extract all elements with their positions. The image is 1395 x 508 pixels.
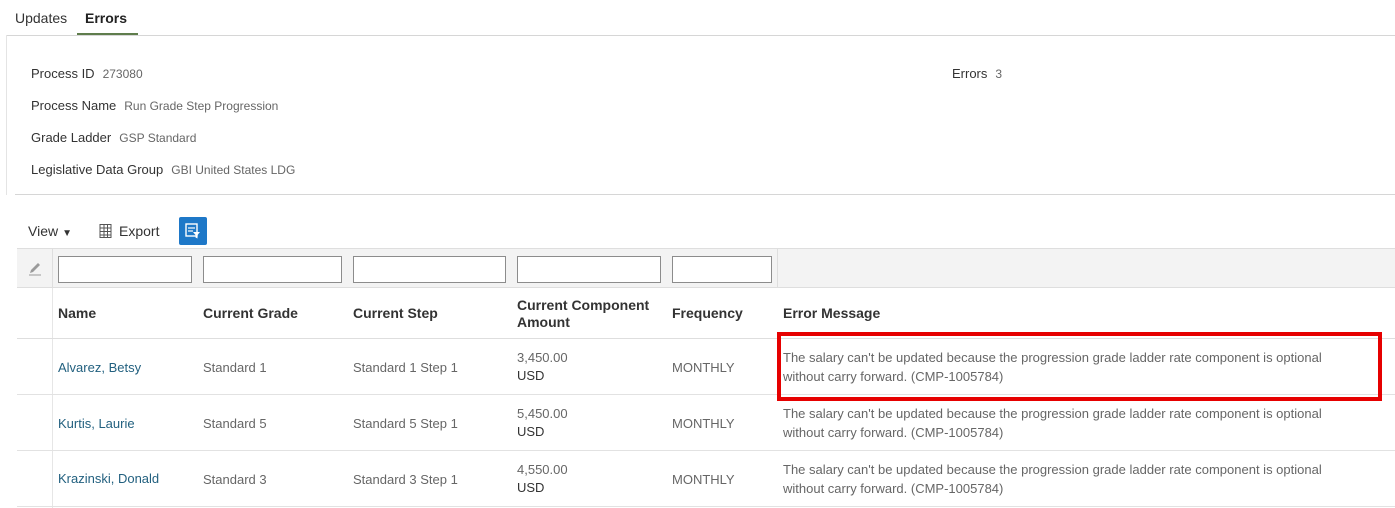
process-name-value: Run Grade Step Progression: [124, 99, 279, 113]
section-divider: [15, 194, 1395, 195]
current-grade-cell: Standard 1: [203, 360, 267, 375]
table-row[interactable]: Kurtis, Laurie Standard 5 Standard 5 Ste…: [17, 395, 1395, 451]
name-filter-input[interactable]: [58, 256, 192, 283]
error-message-line: The salary can't be updated because the …: [783, 406, 1322, 421]
legislative-data-group-label: Legislative Data Group: [31, 162, 164, 177]
caret-down-icon: ▼: [62, 228, 72, 239]
frequency-cell: MONTHLY: [672, 472, 735, 487]
process-id-label: Process ID: [31, 66, 95, 81]
current-grade-cell: Standard 5: [203, 416, 267, 431]
view-menu-label: View: [28, 223, 59, 239]
column-header-line: Amount: [517, 314, 570, 330]
current-step-cell: Standard 3 Step 1: [353, 472, 458, 487]
process-name-label: Process Name: [31, 98, 117, 113]
employee-name-link[interactable]: Alvarez, Betsy: [58, 360, 141, 375]
current-step-cell: Standard 1 Step 1: [353, 360, 458, 375]
column-header-error-message[interactable]: Error Message: [783, 305, 880, 321]
query-by-example-button[interactable]: [179, 217, 207, 245]
tab-bar: Updates Errors: [0, 0, 1395, 36]
error-message-line: without carry forward. (CMP-1005784): [783, 425, 1004, 440]
column-header-line: Current Component: [517, 297, 650, 313]
process-id-field: Process ID 273080: [31, 66, 143, 81]
error-message-cell: The salary can't be updated because the …: [783, 460, 1373, 498]
error-message-line: The salary can't be updated because the …: [783, 350, 1322, 365]
process-id-value: 273080: [102, 67, 143, 81]
column-header-current-grade[interactable]: Current Grade: [203, 305, 298, 321]
legislative-data-group-value: GBI United States LDG: [171, 163, 296, 177]
amount-value: 4,550.00: [517, 462, 568, 477]
filter-cell-divider: [777, 249, 778, 288]
amount-currency: USD: [517, 368, 545, 383]
errors-count-field: Errors 3: [952, 66, 1002, 81]
current-component-amount-filter-input[interactable]: [517, 256, 661, 283]
export-button[interactable]: Export: [98, 223, 159, 239]
column-header-name[interactable]: Name: [58, 305, 96, 321]
process-name-field: Process Name Run Grade Step Progression: [31, 98, 278, 113]
current-step-filter-input[interactable]: [353, 256, 506, 283]
grade-ladder-value: GSP Standard: [119, 131, 197, 145]
employee-name-link[interactable]: Kurtis, Laurie: [58, 416, 135, 431]
frequency-cell: MONTHLY: [672, 416, 735, 431]
filter-cell-divider: [52, 249, 53, 288]
errors-count-label: Errors: [952, 66, 988, 81]
export-label: Export: [119, 223, 160, 239]
legislative-data-group-field: Legislative Data Group GBI United States …: [31, 162, 295, 177]
frequency-filter-input[interactable]: [672, 256, 772, 283]
amount-currency: USD: [517, 424, 545, 439]
table-row[interactable]: Krazinski, Donald Standard 3 Standard 3 …: [17, 451, 1395, 507]
error-message-line: without carry forward. (CMP-1005784): [783, 369, 1004, 384]
amount-value: 3,450.00: [517, 350, 568, 365]
errors-count-value: 3: [995, 67, 1003, 81]
pencil-icon: [29, 263, 41, 276]
error-message-line: without carry forward. (CMP-1005784): [783, 481, 1004, 496]
amount-value: 5,450.00: [517, 406, 568, 421]
error-message-line: The salary can't be updated because the …: [783, 462, 1322, 477]
errors-table: Name Current Grade Current Step Current …: [17, 248, 1395, 508]
column-header-current-component-amount[interactable]: Current Component Amount: [517, 297, 649, 331]
column-header-current-step[interactable]: Current Step: [353, 305, 438, 321]
component-amount-cell: 5,450.00 USD: [517, 405, 568, 441]
query-by-example-icon: [185, 223, 200, 239]
grade-ladder-label: Grade Ladder: [31, 130, 112, 145]
tab-errors-label: Errors: [85, 10, 128, 26]
table-header-row: Name Current Grade Current Step Current …: [17, 288, 1395, 339]
column-header-frequency[interactable]: Frequency: [672, 305, 743, 321]
frequency-cell: MONTHLY: [672, 360, 735, 375]
tab-errors[interactable]: Errors: [77, 10, 138, 36]
view-menu-button[interactable]: View ▼: [28, 223, 72, 239]
export-spreadsheet-icon: [99, 224, 112, 238]
error-message-cell: The salary can't be updated because the …: [783, 404, 1373, 442]
filter-row: [17, 248, 1395, 288]
error-message-cell: The salary can't be updated because the …: [783, 348, 1373, 386]
table-row[interactable]: Alvarez, Betsy Standard 1 Standard 1 Ste…: [17, 339, 1395, 395]
current-grade-cell: Standard 3: [203, 472, 267, 487]
amount-currency: USD: [517, 480, 545, 495]
tab-updates[interactable]: Updates: [15, 10, 67, 26]
panel-left-border: [6, 35, 7, 195]
tabs-divider: [6, 35, 1395, 36]
component-amount-cell: 4,550.00 USD: [517, 461, 568, 497]
grade-ladder-field: Grade Ladder GSP Standard: [31, 130, 196, 145]
employee-name-link[interactable]: Krazinski, Donald: [58, 471, 159, 486]
current-grade-filter-input[interactable]: [203, 256, 342, 283]
current-step-cell: Standard 5 Step 1: [353, 416, 458, 431]
component-amount-cell: 3,450.00 USD: [517, 349, 568, 385]
